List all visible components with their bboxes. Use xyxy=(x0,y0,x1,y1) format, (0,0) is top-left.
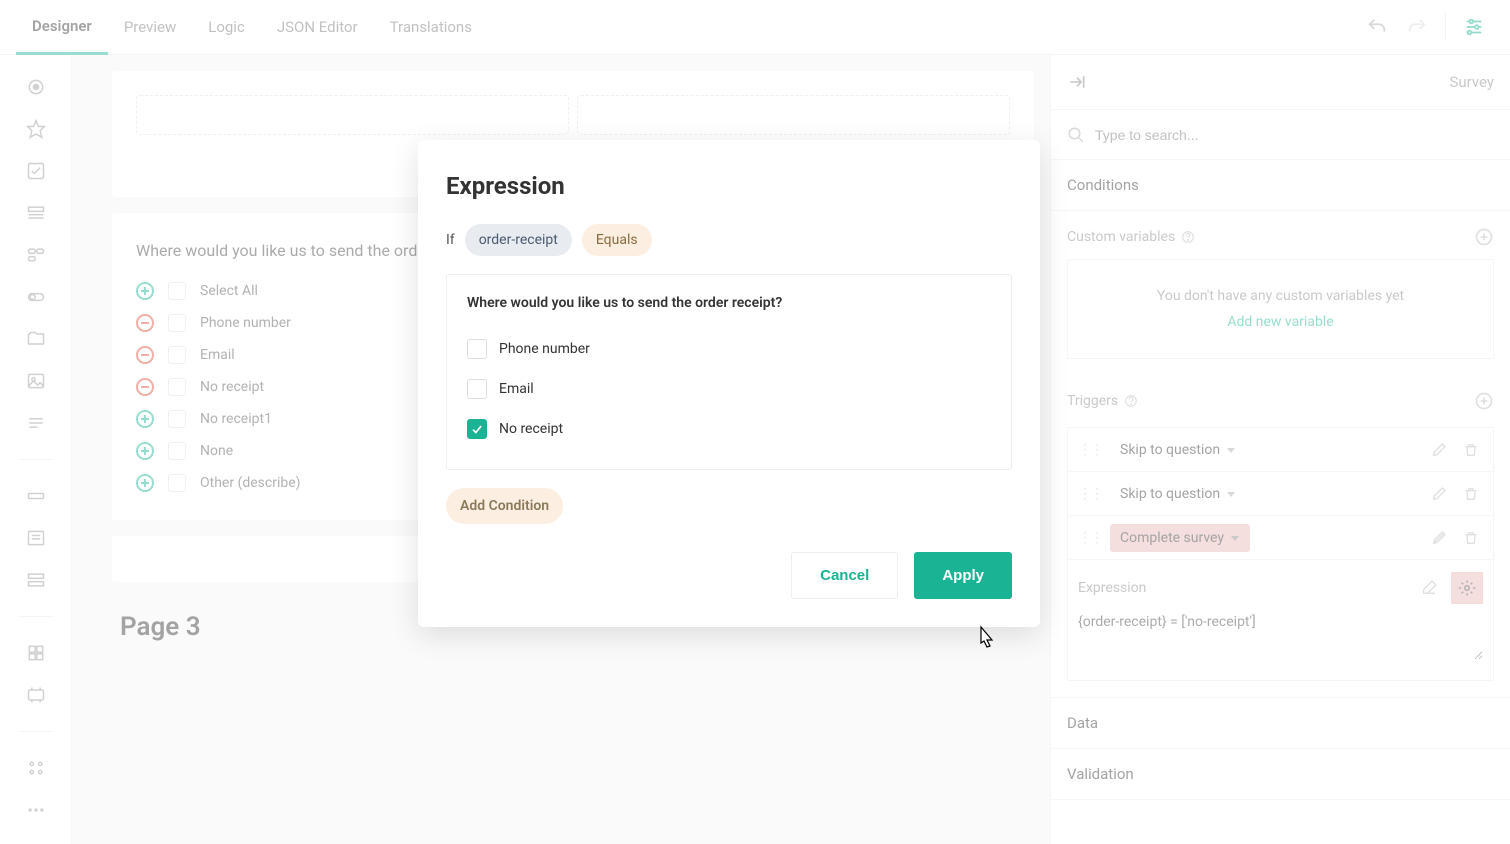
options-prompt: Where would you like us to send the orde… xyxy=(467,295,991,311)
operator-chip[interactable]: Equals xyxy=(582,224,652,256)
cancel-button[interactable]: Cancel xyxy=(791,552,898,599)
option-phone-number[interactable]: Phone number xyxy=(467,329,991,369)
question-chip[interactable]: order-receipt xyxy=(465,224,572,256)
apply-button[interactable]: Apply xyxy=(914,552,1012,599)
option-email[interactable]: Email xyxy=(467,369,991,409)
checkmark-icon xyxy=(467,419,487,439)
expression-modal: Expression If order-receipt Equals Where… xyxy=(418,140,1040,627)
options-box: Where would you like us to send the orde… xyxy=(446,274,1012,470)
if-label: If xyxy=(446,232,455,248)
option-no-receipt[interactable]: No receipt xyxy=(467,409,991,449)
modal-title: Expression xyxy=(446,172,1012,200)
add-condition-button[interactable]: Add Condition xyxy=(446,488,563,524)
